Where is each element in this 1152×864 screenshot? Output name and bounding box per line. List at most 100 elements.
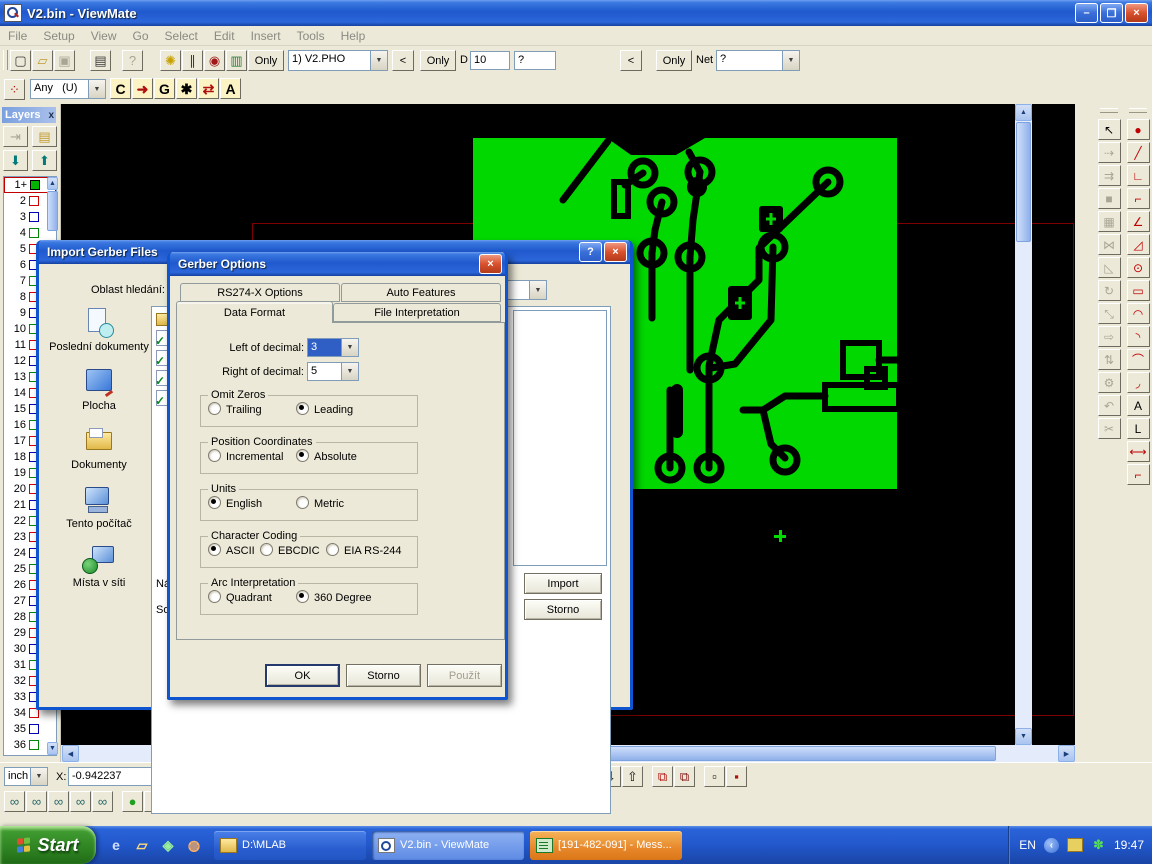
view-pads[interactable]: ∞ [4, 791, 25, 812]
ie-quicklaunch[interactable]: e [106, 835, 126, 855]
radio-ascii[interactable]: ASCII [208, 543, 260, 557]
tab-file-interpretation[interactable]: File Interpretation [333, 303, 501, 322]
view-selection[interactable]: ∞ [70, 791, 91, 812]
close-button[interactable]: × [1125, 3, 1148, 23]
layers-panel-header[interactable]: Layers x [2, 107, 56, 123]
tab-auto-features[interactable]: Auto Features [341, 283, 501, 302]
chevron-down-icon[interactable]: ▼ [341, 363, 358, 380]
view-sketch[interactable]: ∞ [92, 791, 113, 812]
only-layer-toggle[interactable]: Only [248, 50, 284, 71]
draw-bend[interactable]: ⌐ [1127, 464, 1150, 485]
taskbar-task[interactable]: D:\MLAB [214, 831, 366, 860]
place-recent[interactable]: Poslední dokumenty [47, 308, 151, 353]
grid-copy[interactable]: ⧉ [652, 766, 673, 787]
bulb-on[interactable]: ● [122, 791, 143, 812]
chevron-down-icon[interactable]: ▼ [529, 281, 546, 299]
menu-item-help[interactable]: Help [341, 29, 366, 43]
only-dcode-toggle[interactable]: Only [420, 50, 456, 71]
left-of-decimal-combo[interactable]: 3 ▼ [307, 338, 359, 357]
net-select-combo[interactable]: ? ▼ [716, 50, 800, 71]
print[interactable]: ▤ [90, 50, 111, 71]
draw-angle[interactable]: ∠ [1127, 211, 1150, 232]
draw-polyline[interactable]: ∟ [1127, 165, 1150, 186]
draw-corner[interactable]: ⌐ [1127, 188, 1150, 209]
language-indicator[interactable]: EN [1019, 838, 1036, 852]
only-net-toggle[interactable]: Only [656, 50, 692, 71]
prev-layer-button[interactable]: < [392, 50, 414, 71]
scroll-right-button[interactable]: ▶ [1058, 745, 1075, 762]
tray-collapse-icon[interactable]: ‹ [1044, 838, 1059, 853]
radio-leading[interactable]: Leading [296, 402, 353, 416]
measure-pins[interactable]: ∥ [182, 50, 203, 71]
chevron-down-icon[interactable]: ▼ [370, 51, 387, 70]
chevron-down-icon[interactable]: ▼ [30, 768, 47, 785]
unit-combo[interactable]: inch ▼ [4, 767, 48, 786]
chevron-down-icon[interactable]: ▼ [341, 339, 358, 356]
firefox-quicklaunch[interactable]: ◍ [184, 835, 204, 855]
scroll-down-button[interactable]: ▼ [1015, 728, 1032, 745]
right-of-decimal-combo[interactable]: 5 ▼ [307, 362, 359, 381]
tab-rs274x-options[interactable]: RS274-X Options [180, 283, 340, 302]
scroll-left-button[interactable]: ◀ [62, 745, 79, 762]
menu-item-select[interactable]: Select [165, 29, 198, 43]
filter-trace[interactable]: ⇄ [198, 78, 219, 99]
layer-colors[interactable]: ▥ [226, 50, 247, 71]
taskbar-task[interactable]: [191-482-091] - Mess... [530, 831, 682, 860]
start-button[interactable]: Start [0, 826, 96, 864]
draw-line[interactable]: ╱ [1127, 142, 1150, 163]
select-window[interactable]: ▫ [704, 766, 725, 787]
any-filter-combo[interactable]: Any (U) ▼ [30, 79, 106, 99]
new-file[interactable]: ▢ [10, 50, 31, 71]
draw-pad[interactable]: ● [1127, 119, 1150, 140]
draw-arc-cw[interactable]: ⌒ [1127, 349, 1150, 370]
minimize-button[interactable]: – [1075, 3, 1098, 23]
pad-filter[interactable]: ⁘ [4, 79, 25, 100]
place-computer[interactable]: Tento počítač [47, 485, 151, 530]
place-network[interactable]: Místa v síti [47, 544, 151, 589]
dcode-query-input[interactable]: ? [514, 51, 556, 70]
tab-data-format[interactable]: Data Format [176, 301, 333, 323]
prev-net-button[interactable]: < [620, 50, 642, 71]
draw-text[interactable]: A [1127, 395, 1150, 416]
layer-down[interactable]: ⬇ [3, 150, 28, 171]
ok-button[interactable]: OK [265, 664, 340, 687]
place-desktop[interactable]: Plocha [47, 367, 151, 412]
message-tray-icon[interactable] [1067, 838, 1083, 852]
filter-text[interactable]: A [220, 78, 241, 99]
filter-move[interactable]: ➜ [132, 78, 153, 99]
select-tool[interactable]: ↖ [1098, 119, 1121, 140]
close-icon[interactable]: x [48, 110, 54, 121]
book-quicklaunch[interactable]: ◈ [158, 835, 178, 855]
folder-quicklaunch[interactable]: ▱ [132, 835, 152, 855]
view-traces[interactable]: ∞ [26, 791, 47, 812]
menu-item-edit[interactable]: Edit [214, 29, 235, 43]
highlight-flash[interactable]: ✺ [160, 50, 181, 71]
radio-quadrant[interactable]: Quadrant [208, 590, 296, 604]
icq-flower-icon[interactable]: ✽ [1091, 838, 1106, 853]
open-file[interactable]: ▱ [32, 50, 53, 71]
draw-triangle[interactable]: ◿ [1127, 234, 1150, 255]
gerber-cancel-button[interactable]: Storno [346, 664, 421, 687]
draw-label[interactable]: L [1127, 418, 1150, 439]
draw-rect[interactable]: ▭ [1127, 280, 1150, 301]
layer-setup[interactable]: ▤ [32, 126, 57, 147]
gerber-dialog-title-bar[interactable]: Gerber Options × [170, 252, 505, 276]
draw-arc-seg[interactable]: ◞ [1127, 372, 1150, 393]
draw-dimension[interactable]: ⟷ [1127, 441, 1150, 462]
help-icon[interactable]: ? [579, 242, 602, 262]
restore-button[interactable]: ❐ [1100, 3, 1123, 23]
layer-select-combo[interactable]: 1) V2.PHO ▼ [288, 50, 388, 71]
radio-360-degree[interactable]: 360 Degree [296, 590, 372, 604]
select-dcode[interactable]: ◉ [204, 50, 225, 71]
draw-arc-ccw[interactable]: ◝ [1127, 326, 1150, 347]
radio-incremental[interactable]: Incremental [208, 449, 296, 463]
pan-up[interactable]: ⇧ [622, 766, 643, 787]
dcode-input[interactable]: 10 [470, 51, 510, 70]
v-scroll-thumb[interactable] [1016, 122, 1031, 242]
chevron-down-icon[interactable]: ▼ [782, 51, 799, 70]
menu-item-go[interactable]: Go [133, 29, 149, 43]
menu-item-insert[interactable]: Insert [251, 29, 281, 43]
radio-eia-rs244[interactable]: EIA RS-244 [326, 543, 401, 557]
menu-item-view[interactable]: View [91, 29, 117, 43]
filter-flash[interactable]: ✱ [176, 78, 197, 99]
